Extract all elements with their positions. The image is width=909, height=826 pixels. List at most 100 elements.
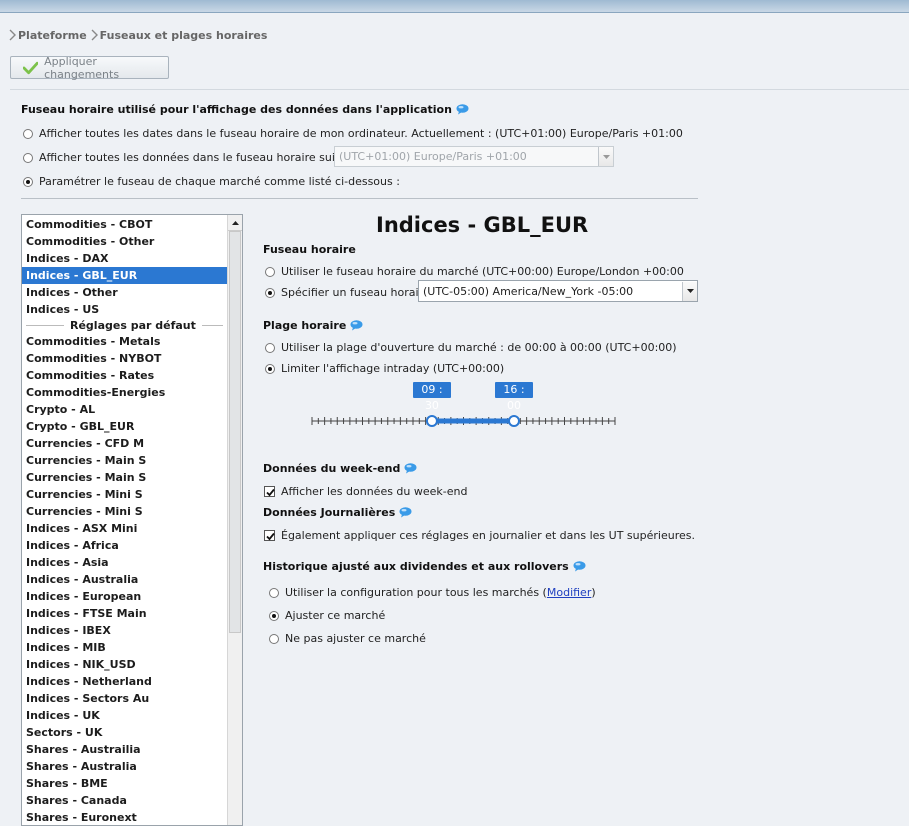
slider-end-handle[interactable]: [508, 415, 520, 427]
checkmark-icon: [266, 488, 275, 497]
market-list-item[interactable]: Commodities - Metals: [22, 333, 227, 350]
info-bubble-icon[interactable]: [404, 463, 417, 474]
radio-label: Ne pas ajuster ce marché: [285, 632, 426, 645]
dividend-heading: Historique ajusté aux dividendes et aux …: [263, 560, 586, 573]
market-list-scrollbar[interactable]: [227, 215, 242, 825]
timezone-heading: Fuseau horaire: [263, 243, 356, 256]
radio-label-prefix: Utiliser la configuration pour tous les …: [285, 586, 547, 599]
radio-button[interactable]: [265, 266, 275, 277]
radio-button[interactable]: [265, 287, 275, 298]
market-list-item[interactable]: Currencies - CFD M: [22, 435, 227, 452]
market-list-item[interactable]: Indices - NIK_USD: [22, 656, 227, 673]
market-list-item[interactable]: Shares - Canada: [22, 792, 227, 809]
checkbox[interactable]: [264, 530, 275, 541]
intraday-range-slider[interactable]: 09 : 30 16 : 00: [310, 382, 620, 432]
checkbox-daily-apply[interactable]: Également appliquer ces réglages en jour…: [264, 529, 695, 542]
breadcrumb-item-timezones[interactable]: Fuseaux et plages horaires: [91, 29, 267, 42]
radio-button[interactable]: [269, 633, 279, 644]
radio-button[interactable]: [265, 342, 275, 353]
info-bubble-icon[interactable]: [350, 320, 363, 331]
scroll-up-icon[interactable]: [228, 215, 242, 231]
market-list-item[interactable]: Shares - Austrailia: [22, 741, 227, 758]
separator-line: [201, 325, 223, 326]
radio-label-suffix: ): [591, 586, 596, 599]
market-list-item[interactable]: Indices - MIB: [22, 639, 227, 656]
select-value: (UTC+01:00) Europe/Paris +01:00: [339, 150, 527, 163]
market-list-item[interactable]: Shares - Australia: [22, 758, 227, 775]
radio-market-hours[interactable]: Utiliser la plage d'ouverture du marché …: [265, 341, 677, 354]
market-list-item[interactable]: Sectors - UK: [22, 724, 227, 741]
breadcrumb-item-platform[interactable]: Plateforme: [9, 29, 87, 42]
market-list-item[interactable]: Indices - FTSE Main: [22, 605, 227, 622]
market-list-item[interactable]: Indices - GBL_EUR: [22, 267, 227, 284]
separator-line: [26, 325, 64, 326]
info-bubble-icon[interactable]: [399, 507, 412, 518]
radio-specify-timezone[interactable]: Spécifier un fuseau horaire :: [265, 286, 437, 299]
radio-label: Limiter l'affichage intraday (UTC+00:00): [281, 362, 505, 375]
daily-data-heading: Données Journalières: [263, 506, 412, 519]
market-list-item[interactable]: Indices - Other: [22, 284, 227, 301]
chevron-right-icon: [91, 29, 98, 41]
radio-limit-intraday[interactable]: Limiter l'affichage intraday (UTC+00:00): [265, 362, 504, 375]
market-list-item[interactable]: Indices - Australia: [22, 571, 227, 588]
market-list-item[interactable]: Crypto - GBL_EUR: [22, 418, 227, 435]
modify-link[interactable]: Modifier: [547, 586, 591, 599]
market-list-item[interactable]: Currencies - Main S: [22, 452, 227, 469]
market-list-item[interactable]: Currencies - Mini S: [22, 486, 227, 503]
checkmark-icon: [23, 61, 39, 74]
info-bubble-icon[interactable]: [456, 104, 469, 115]
apply-changes-button[interactable]: Appliquer changements: [10, 55, 169, 81]
market-list-item[interactable]: Commodities - Rates: [22, 367, 227, 384]
market-list-item[interactable]: Shares - BME: [22, 775, 227, 792]
radio-market-timezone[interactable]: Utiliser le fuseau horaire du marché (UT…: [265, 265, 684, 278]
radio-specific-timezone[interactable]: Afficher toutes les données dans le fuse…: [23, 151, 367, 164]
market-list-item[interactable]: Indices - US: [22, 301, 227, 318]
market-list-item[interactable]: Commodities - CBOT: [22, 216, 227, 233]
market-list-item[interactable]: Indices - Africa: [22, 537, 227, 554]
radio-label: Afficher toutes les dates dans le fuseau…: [39, 127, 683, 140]
market-list-item[interactable]: Currencies - Mini S: [22, 503, 227, 520]
market-list-item[interactable]: Indices - Asia: [22, 554, 227, 571]
market-list-item[interactable]: Indices - ASX Mini: [22, 520, 227, 537]
separator-label: Réglages par défaut: [70, 319, 196, 332]
market-list-item[interactable]: Shares - Euronext: [22, 809, 227, 825]
radio-button[interactable]: [23, 176, 33, 187]
market-list-item[interactable]: Indices - IBEX: [22, 622, 227, 639]
radio-button[interactable]: [269, 610, 279, 621]
market-list-item[interactable]: Indices - UK: [22, 707, 227, 724]
radio-label: Utiliser le fuseau horaire du marché (UT…: [281, 265, 684, 278]
market-list-item[interactable]: Indices - European: [22, 588, 227, 605]
radio-button[interactable]: [265, 363, 275, 374]
heading-text: Plage horaire: [263, 319, 347, 332]
slider-track[interactable]: [310, 390, 620, 432]
radio-adjust-market[interactable]: Ajuster ce marché: [269, 609, 385, 622]
market-list-item[interactable]: Indices - DAX: [22, 250, 227, 267]
radio-computer-timezone[interactable]: Afficher toutes les dates dans le fuseau…: [23, 127, 683, 140]
scrollbar-thumb[interactable]: [229, 231, 241, 633]
market-list-item[interactable]: Indices - Sectors Au: [22, 690, 227, 707]
radio-dividend-global-config[interactable]: Utiliser la configuration pour tous les …: [269, 586, 596, 599]
radio-button[interactable]: [23, 128, 33, 139]
market-list-item[interactable]: Crypto - AL: [22, 401, 227, 418]
checkbox-label: Également appliquer ces réglages en jour…: [281, 529, 695, 542]
market-list-item[interactable]: Commodities - NYBOT: [22, 350, 227, 367]
radio-label: Paramétrer le fuseau de chaque marché co…: [39, 175, 400, 188]
heading-text: Historique ajusté aux dividendes et aux …: [263, 560, 569, 573]
market-list-item[interactable]: Indices - Netherland: [22, 673, 227, 690]
market-list[interactable]: Commodities - CBOT Commodities - Other Ind…: [21, 214, 243, 826]
market-list-item[interactable]: Commodities-Energies: [22, 384, 227, 401]
radio-no-adjust-market[interactable]: Ne pas ajuster ce marché: [269, 632, 426, 645]
checkbox[interactable]: [264, 486, 275, 497]
market-timezone-select[interactable]: (UTC-05:00) America/New_York -05:00: [418, 280, 698, 302]
checkbox-weekend-data[interactable]: Afficher les données du week-end: [264, 485, 467, 498]
info-bubble-icon[interactable]: [573, 561, 586, 572]
chevron-down-icon[interactable]: [682, 281, 697, 301]
heading-text: Données du week-end: [263, 462, 401, 475]
radio-button[interactable]: [23, 152, 33, 163]
radio-per-market-timezone[interactable]: Paramétrer le fuseau de chaque marché co…: [23, 175, 400, 188]
market-list-item[interactable]: Commodities - Other: [22, 233, 227, 250]
market-list-item[interactable]: Currencies - Main S: [22, 469, 227, 486]
slider-start-handle[interactable]: [425, 415, 438, 427]
heading-text: Fuseau horaire: [263, 243, 356, 256]
radio-button[interactable]: [269, 587, 279, 598]
